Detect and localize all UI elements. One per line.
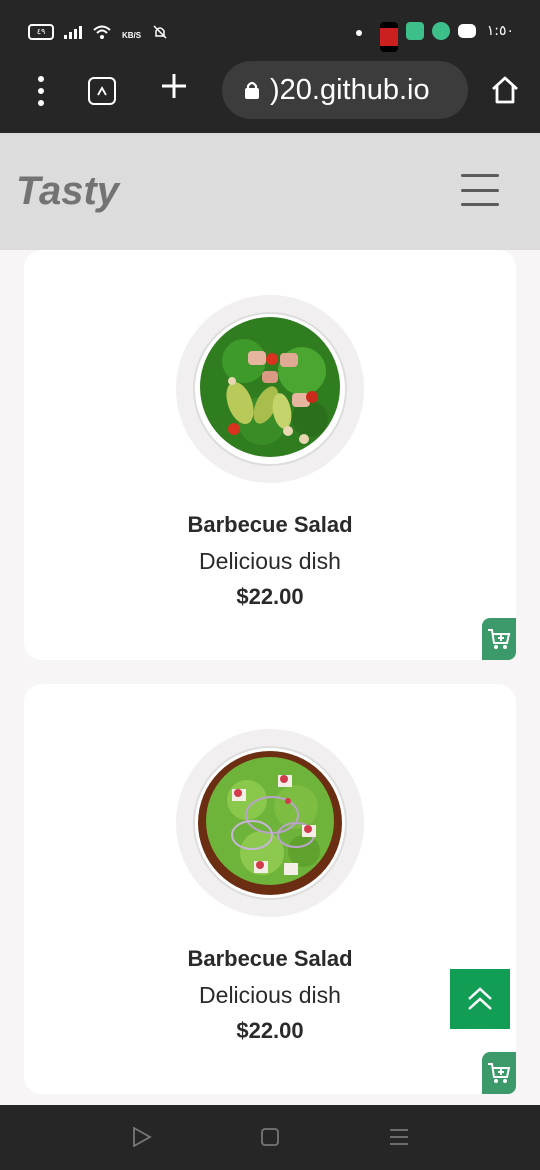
product-price: $22.00 xyxy=(236,1018,304,1043)
tab-switcher-icon[interactable] xyxy=(88,77,116,105)
signal-icon xyxy=(64,25,82,39)
add-to-cart-button[interactable] xyxy=(482,1052,516,1094)
add-to-cart-icon xyxy=(488,1063,511,1083)
site-logo[interactable]: Tasty xyxy=(16,169,119,214)
network-speed: KB/S xyxy=(122,31,142,40)
status-app-icons xyxy=(380,22,476,52)
salad-bowl-image xyxy=(193,746,347,900)
product-card: Barbecue Salad Delicious dish $22.00 xyxy=(24,250,516,660)
product-description: Delicious dish xyxy=(199,982,341,1008)
battery-label: ٤٩ xyxy=(36,27,46,36)
product-price: $22.00 xyxy=(236,584,304,609)
add-to-cart-button[interactable] xyxy=(482,618,516,660)
recents-menu-icon[interactable] xyxy=(389,1127,409,1147)
product-image xyxy=(176,295,364,483)
scroll-to-top-button[interactable] xyxy=(450,969,510,1029)
home-icon[interactable] xyxy=(490,76,520,104)
hamburger-menu-icon[interactable] xyxy=(461,174,499,206)
product-name[interactable]: Barbecue Salad xyxy=(24,946,516,972)
site-header: Tasty xyxy=(0,133,540,250)
back-triangle-icon[interactable] xyxy=(132,1127,152,1147)
double-chevron-up-icon xyxy=(468,987,492,1010)
youtube-icon xyxy=(458,24,476,38)
add-to-cart-icon xyxy=(488,629,511,649)
more-vert-icon[interactable] xyxy=(36,76,46,106)
upload-app-icon xyxy=(432,22,450,40)
phone-app-icon xyxy=(406,22,424,40)
status-icons-left: ٤٩ KB/S xyxy=(28,23,169,40)
status-bar: ٤٩ KB/S ١:٥٠ xyxy=(0,0,540,58)
wifi-icon xyxy=(93,25,111,39)
salad-bowl-image xyxy=(193,312,347,466)
product-name[interactable]: Barbecue Salad xyxy=(24,512,516,538)
battery-icon: ٤٩ xyxy=(28,23,54,40)
url-text: )20.github.io xyxy=(270,73,430,106)
lock-icon xyxy=(242,80,262,100)
product-description: Delicious dish xyxy=(199,548,341,574)
app-flag-icon xyxy=(380,22,398,52)
notification-dot xyxy=(356,30,362,36)
muted-bell-icon xyxy=(153,24,167,39)
new-tab-plus-icon[interactable] xyxy=(160,70,188,106)
product-image xyxy=(176,729,364,917)
browser-toolbar: )20.github.io xyxy=(0,58,540,133)
system-nav-bar xyxy=(0,1105,540,1170)
clock: ١:٥٠ xyxy=(486,23,514,39)
url-bar[interactable]: )20.github.io xyxy=(222,61,468,119)
home-square-icon[interactable] xyxy=(260,1127,280,1147)
product-card: Barbecue Salad Delicious dish $22.00 xyxy=(24,684,516,1094)
browser-chrome: ٤٩ KB/S ١:٥٠ )20.github.io xyxy=(0,0,540,133)
